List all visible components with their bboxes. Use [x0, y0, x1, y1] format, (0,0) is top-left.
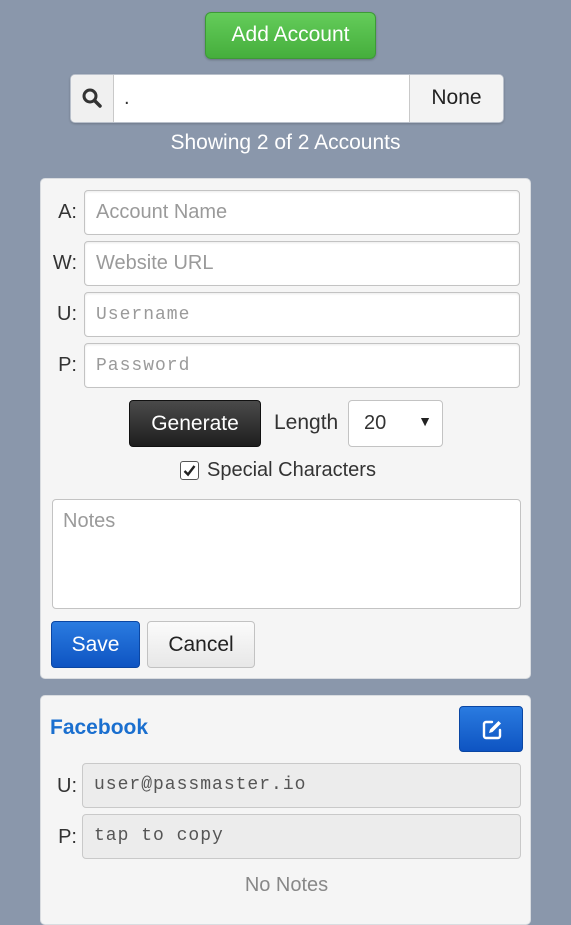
- length-label: Length: [274, 411, 339, 434]
- showing-count: Showing 2 of 2 Accounts: [170, 131, 401, 154]
- checkmark-icon: [183, 465, 196, 477]
- username-field[interactable]: [84, 292, 520, 337]
- edit-icon: [482, 720, 502, 740]
- cancel-button[interactable]: Cancel: [147, 621, 255, 668]
- search-input[interactable]: [114, 75, 406, 122]
- chevron-down-icon: ▼: [418, 413, 432, 429]
- account-username-label: U:: [57, 775, 77, 797]
- clear-filter-button[interactable]: None: [409, 75, 503, 122]
- account-name-label: A:: [58, 201, 77, 223]
- website-url-label: W:: [52, 252, 77, 274]
- password-field[interactable]: [84, 343, 520, 388]
- search-icon[interactable]: [71, 75, 114, 122]
- account-name-field[interactable]: [84, 190, 520, 235]
- save-button[interactable]: Save: [51, 621, 140, 668]
- account-username-field[interactable]: user@passmaster.io: [82, 763, 521, 808]
- account-password-field[interactable]: tap to copy: [82, 814, 521, 859]
- add-account-button[interactable]: Add Account: [205, 12, 376, 59]
- new-account-form: A: W: U: P: Generate Length 20 ▼ Special…: [40, 178, 531, 679]
- length-value: 20: [364, 412, 387, 434]
- account-card: Facebook U: user@passmaster.io P: tap to…: [40, 695, 531, 925]
- special-characters-checkbox[interactable]: [180, 461, 199, 480]
- username-label: U:: [57, 303, 77, 325]
- edit-account-button[interactable]: [459, 706, 523, 752]
- password-label: P:: [58, 354, 77, 376]
- account-title[interactable]: Facebook: [50, 716, 148, 740]
- account-notes: No Notes: [244, 874, 329, 896]
- website-url-field[interactable]: [84, 241, 520, 286]
- search-icon-glyph: [82, 88, 102, 108]
- generate-button[interactable]: Generate: [129, 400, 261, 447]
- special-characters-label: Special Characters: [207, 459, 376, 481]
- account-password-label: P:: [58, 826, 77, 848]
- length-select[interactable]: 20 ▼: [348, 400, 443, 447]
- search-bar: None: [70, 74, 504, 123]
- notes-field[interactable]: [52, 499, 521, 609]
